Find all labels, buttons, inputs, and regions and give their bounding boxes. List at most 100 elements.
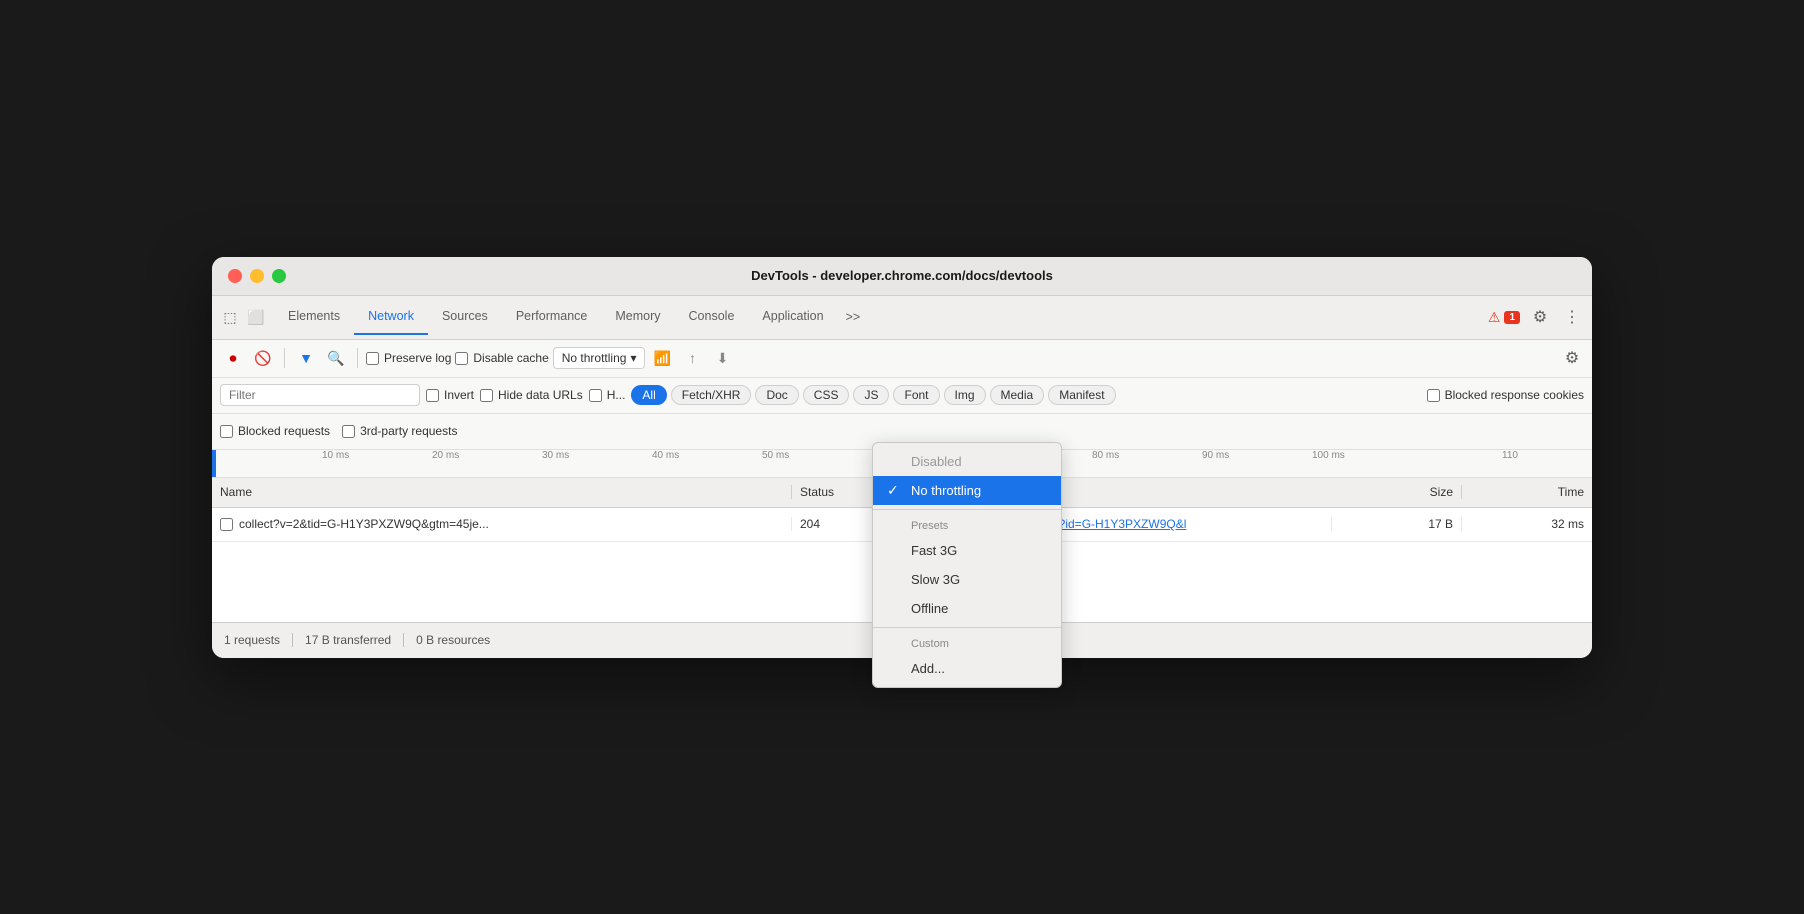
third-party-label: 3rd-party requests [360, 424, 457, 438]
blocked-requests-checkbox[interactable]: Blocked requests [220, 424, 330, 438]
cell-size: 17 B [1332, 517, 1462, 531]
error-badge-area: ⚠ 1 [1488, 309, 1520, 326]
status-divider-1 [292, 633, 293, 647]
tab-right-actions: ⚠ 1 ⚙ ⋮ [1488, 305, 1584, 329]
blocked-requests-label: Blocked requests [238, 424, 330, 438]
filter-bar: Invert Hide data URLs H... All Fetch/XHR… [212, 378, 1592, 414]
network-toolbar: ⏺ 🚫 ▼ 🔍 Preserve log Disable cache No th… [212, 340, 1592, 378]
disable-cache-label: Disable cache [473, 351, 548, 365]
add-label: Add... [911, 661, 945, 676]
cell-initiator: js?id=G-H1Y3PXZW9Q&l [1042, 517, 1332, 531]
filter-pills: All Fetch/XHR Doc CSS JS Font Img Media … [631, 385, 1115, 405]
pill-img[interactable]: Img [944, 385, 986, 405]
dropdown-item-fast-3g[interactable]: Fast 3G [873, 536, 1061, 565]
tab-network[interactable]: Network [354, 299, 428, 335]
fast-3g-label: Fast 3G [911, 543, 957, 558]
status-divider-2 [403, 633, 404, 647]
settings-icon[interactable]: ⚙ [1528, 305, 1552, 329]
pill-font[interactable]: Font [893, 385, 939, 405]
disable-cache-checkbox[interactable]: Disable cache [455, 351, 548, 365]
maximize-button[interactable] [272, 269, 286, 283]
dropdown-divider-2 [873, 627, 1061, 628]
window-title: DevTools - developer.chrome.com/docs/dev… [751, 268, 1053, 283]
invert-input[interactable] [426, 389, 439, 402]
invert-label: Invert [444, 388, 474, 402]
disable-cache-input[interactable] [455, 352, 468, 365]
dropdown-item-disabled[interactable]: Disabled [873, 447, 1061, 476]
cell-name: collect?v=2&tid=G-H1Y3PXZW9Q&gtm=45je... [212, 517, 792, 531]
third-party-input[interactable] [342, 425, 355, 438]
hide-data-urls-checkbox[interactable]: Hide data URLs [480, 388, 583, 402]
cursor-icon[interactable]: ⬚ [220, 307, 240, 327]
pill-manifest[interactable]: Manifest [1048, 385, 1115, 405]
header-time[interactable]: Time [1462, 485, 1592, 499]
disabled-label: Disabled [911, 454, 962, 469]
tab-performance[interactable]: Performance [502, 299, 602, 335]
pill-media[interactable]: Media [990, 385, 1045, 405]
tick-40ms: 40 ms [652, 450, 679, 461]
network-settings-icon[interactable]: ⚙ [1560, 346, 1584, 370]
pill-js[interactable]: JS [853, 385, 889, 405]
dropdown-divider-1 [873, 509, 1061, 510]
tick-80ms: 80 ms [1092, 450, 1119, 461]
filter-right: Blocked response cookies [1427, 388, 1584, 402]
more-options-icon[interactable]: ⋮ [1560, 305, 1584, 329]
dropdown-item-add[interactable]: Add... [873, 654, 1061, 683]
dropdown-item-slow-3g[interactable]: Slow 3G [873, 565, 1061, 594]
header-size[interactable]: Size [1332, 485, 1462, 499]
dropdown-item-offline[interactable]: Offline [873, 594, 1061, 623]
pill-fetch-xhr[interactable]: Fetch/XHR [671, 385, 752, 405]
more-tabs-button[interactable]: >> [838, 300, 869, 334]
blocked-cookies-input[interactable] [1427, 389, 1440, 402]
tick-110ms: 110 [1502, 450, 1518, 461]
title-bar: DevTools - developer.chrome.com/docs/dev… [212, 257, 1592, 296]
stop-recording-button[interactable]: ⏺ [220, 345, 246, 371]
initiator-link[interactable]: js?id=G-H1Y3PXZW9Q&l [1050, 517, 1186, 531]
tab-sources[interactable]: Sources [428, 299, 502, 335]
hide-data-urls-input[interactable] [480, 389, 493, 402]
pill-doc[interactable]: Doc [755, 385, 798, 405]
dropdown-custom-header: Custom [873, 632, 1061, 654]
row-checkbox[interactable] [220, 518, 233, 531]
tick-100ms: 100 ms [1312, 450, 1345, 461]
tab-application[interactable]: Application [748, 299, 837, 335]
tab-elements[interactable]: Elements [274, 299, 354, 335]
header-name[interactable]: Name [212, 485, 792, 499]
h-checkbox[interactable]: H... [589, 388, 626, 402]
check-icon: ✓ [887, 482, 899, 499]
preserve-log-checkbox[interactable]: Preserve log [366, 351, 451, 365]
network-conditions-icon[interactable]: 📶 [649, 345, 675, 371]
filter-input[interactable] [220, 384, 420, 406]
pill-css[interactable]: CSS [803, 385, 850, 405]
third-party-checkbox[interactable]: 3rd-party requests [342, 424, 457, 438]
custom-label: Custom [911, 638, 949, 650]
preserve-log-input[interactable] [366, 352, 379, 365]
preserve-log-label: Preserve log [384, 351, 451, 365]
pill-all[interactable]: All [631, 385, 666, 405]
blocked-requests-input[interactable] [220, 425, 233, 438]
tab-memory[interactable]: Memory [601, 299, 674, 335]
blocked-cookies-checkbox[interactable]: Blocked response cookies [1427, 388, 1584, 402]
h-input[interactable] [589, 389, 602, 402]
minimize-button[interactable] [250, 269, 264, 283]
dropdown-item-no-throttling[interactable]: ✓ No throttling [873, 476, 1061, 505]
toolbar-divider-1 [284, 348, 285, 368]
filter-icon[interactable]: ▼ [293, 345, 319, 371]
tick-30ms: 30 ms [542, 450, 569, 461]
close-button[interactable] [228, 269, 242, 283]
throttle-dropdown[interactable]: No throttling ▾ [553, 347, 646, 369]
toolbar-divider-2 [357, 348, 358, 368]
tick-50ms: 50 ms [762, 450, 789, 461]
search-icon[interactable]: 🔍 [323, 345, 349, 371]
tab-console[interactable]: Console [675, 299, 749, 335]
export-icon[interactable]: ⬇ [709, 345, 735, 371]
tick-10ms: 10 ms [322, 450, 349, 461]
clear-button[interactable]: 🚫 [250, 345, 276, 371]
traffic-lights [228, 269, 286, 283]
tab-icons: ⬚ ⬜ [220, 307, 266, 327]
inspect-icon[interactable]: ⬜ [246, 307, 266, 327]
throttle-chevron-icon: ▾ [630, 351, 636, 365]
blocked-cookies-label: Blocked response cookies [1445, 388, 1584, 402]
import-icon[interactable]: ↑ [679, 345, 705, 371]
invert-checkbox[interactable]: Invert [426, 388, 474, 402]
